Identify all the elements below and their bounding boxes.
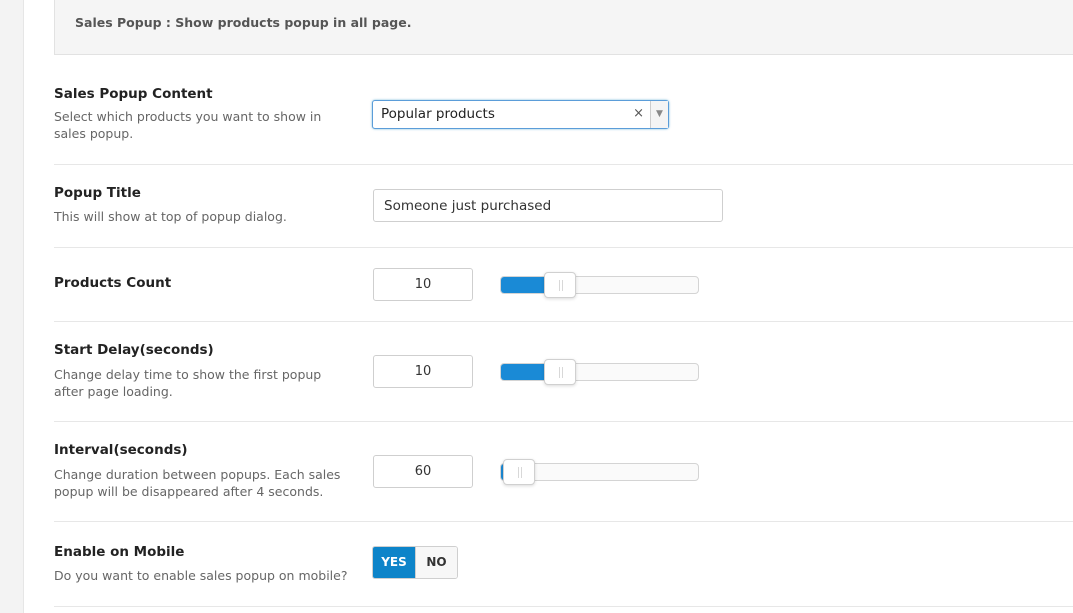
enable-mobile-toggle[interactable]: YES NO xyxy=(372,546,458,579)
setting-row-start-delay: Start Delay(seconds) Change delay time t… xyxy=(54,322,1073,422)
chevron-down-icon[interactable]: ▼ xyxy=(650,101,668,128)
start-delay-slider[interactable] xyxy=(500,359,699,385)
popup-title-description: This will show at top of popup dialog. xyxy=(54,209,287,224)
interval-title: Interval(seconds) xyxy=(54,442,188,458)
content-description: Select which products you want to show i… xyxy=(54,109,322,141)
slider-handle[interactable] xyxy=(543,359,576,385)
notice-text: Sales Popup : Show products popup in all… xyxy=(75,15,412,30)
setting-row-interval: Interval(seconds) Change duration betwee… xyxy=(54,422,1073,522)
content-title: Sales Popup Content xyxy=(54,86,213,102)
no-button[interactable]: NO xyxy=(415,547,457,578)
info-notice: Sales Popup : Show products popup in all… xyxy=(54,0,1073,55)
popup-title-input[interactable] xyxy=(373,189,723,222)
content-select-value: Popular products xyxy=(381,106,495,122)
setting-row-popup-title: Popup Title This will show at top of pop… xyxy=(54,165,1073,248)
popup-title-title: Popup Title xyxy=(54,185,141,201)
yes-button[interactable]: YES xyxy=(373,547,415,578)
start-delay-description: Change delay time to show the first popu… xyxy=(54,367,322,399)
slider-handle[interactable] xyxy=(543,272,576,298)
slider-fill xyxy=(501,364,546,380)
interval-slider[interactable] xyxy=(500,459,699,485)
start-delay-title: Start Delay(seconds) xyxy=(54,342,214,358)
content-select[interactable]: Popular products × ▼ xyxy=(372,100,669,129)
products-count-slider[interactable] xyxy=(500,272,699,298)
slider-handle[interactable] xyxy=(502,459,535,485)
interval-input[interactable] xyxy=(373,455,473,488)
products-count-input[interactable] xyxy=(373,268,473,301)
slider-fill xyxy=(501,277,546,293)
setting-row-content: Sales Popup Content Select which product… xyxy=(54,55,1073,165)
left-rail xyxy=(0,0,24,613)
setting-row-products-count: Products Count xyxy=(54,248,1073,322)
enable-mobile-description: Do you want to enable sales popup on mob… xyxy=(54,568,348,583)
interval-description: Change duration between popups. Each sal… xyxy=(54,467,341,499)
start-delay-input[interactable] xyxy=(373,355,473,388)
setting-row-enable-mobile: Enable on Mobile Do you want to enable s… xyxy=(54,522,1073,607)
clear-icon[interactable]: × xyxy=(633,106,644,121)
products-count-title: Products Count xyxy=(54,275,172,291)
enable-mobile-title: Enable on Mobile xyxy=(54,544,185,560)
